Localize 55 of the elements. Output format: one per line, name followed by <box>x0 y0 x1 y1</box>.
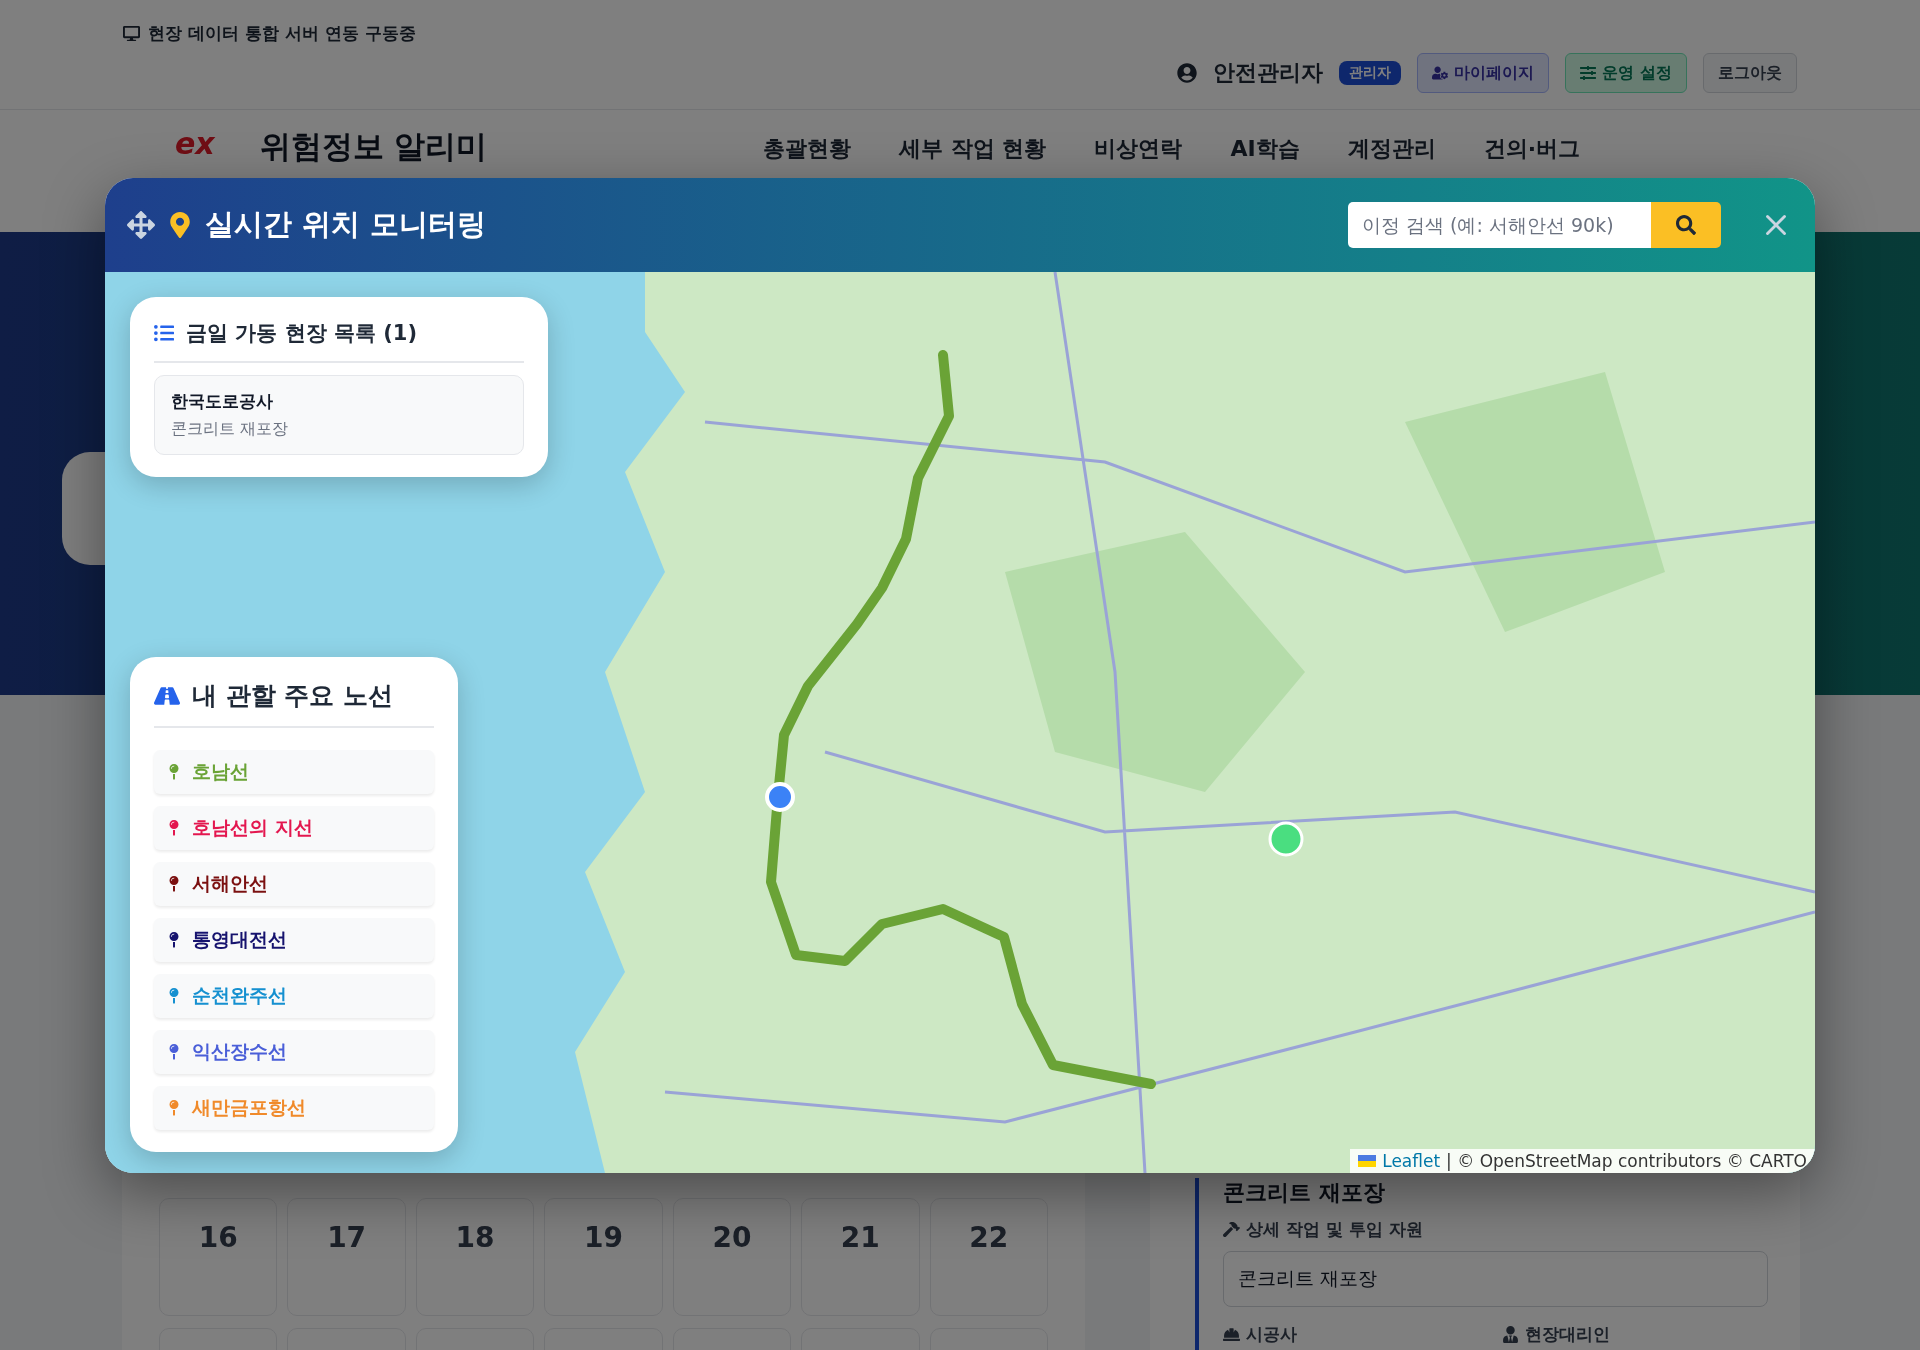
nav-link[interactable]: 비상연락 <box>1094 134 1183 164</box>
hammer-icon <box>1223 1221 1240 1238</box>
agent-label: 현장대리인 <box>1501 1323 1768 1346</box>
calendar-day[interactable]: 21 <box>801 1198 920 1316</box>
flag-icon <box>1358 1155 1377 1167</box>
user-icon <box>1177 63 1198 83</box>
role-badge: 관리자 <box>1339 61 1402 85</box>
route-item[interactable]: 호남선의 지선 <box>154 806 434 850</box>
logout-button[interactable]: 로그아웃 <box>1703 53 1797 93</box>
nav-link[interactable]: 세부 작업 현황 <box>899 134 1047 164</box>
mypage-button[interactable]: 마이페이지 <box>1417 53 1550 93</box>
search-icon <box>1676 215 1696 235</box>
settings-button[interactable]: 운영 설정 <box>1565 53 1687 93</box>
user-gear-icon <box>1432 65 1449 81</box>
nav-link[interactable]: 계정관리 <box>1347 134 1436 164</box>
calendar-day[interactable]: 20 <box>672 1198 792 1316</box>
calendar-day[interactable]: 17 <box>287 1198 406 1316</box>
user-name: 안전관리자 <box>1213 59 1324 87</box>
site-work: 콘크리트 재포장 <box>171 419 290 440</box>
site-list-title: 금일 가동 현장 목록 (1) <box>186 320 418 347</box>
attribution-text: | © OpenStreetMap contributors © CARTO <box>1446 1151 1807 1171</box>
work-label: 상세 작업 및 투입 자원 <box>1223 1218 1768 1241</box>
work-field[interactable]: 콘크리트 재포장 <box>1223 1251 1768 1307</box>
contractor-label: 시공사 <box>1223 1323 1490 1346</box>
site-item[interactable]: 한국도로공사 콘크리트 재포장 <box>154 375 524 455</box>
calendar-day[interactable]: 18 <box>415 1198 535 1316</box>
nav-link[interactable]: 건의·버그 <box>1483 134 1580 164</box>
detail-heading: 콘크리트 재포장 <box>1223 1179 1386 1207</box>
hard-hat-icon <box>1223 1326 1240 1343</box>
route-item[interactable]: 통영대전선 <box>154 918 434 962</box>
leaflet-link[interactable]: Leaflet <box>1382 1151 1441 1171</box>
search-button[interactable] <box>1651 202 1721 248</box>
calendar-day[interactable]: 22 <box>929 1198 1048 1316</box>
person-icon <box>1501 1326 1519 1343</box>
sliders-icon <box>1580 65 1597 81</box>
route-item[interactable]: 익산장수선 <box>154 1030 434 1074</box>
nav-link[interactable]: AI학습 <box>1230 134 1300 164</box>
calendar-day[interactable]: 16 <box>159 1198 278 1316</box>
route-item[interactable]: 새만금포항선 <box>154 1086 434 1130</box>
map-marker-icon <box>167 212 193 238</box>
route-item[interactable]: 호남선 <box>154 750 434 794</box>
monitor-icon <box>123 25 140 42</box>
site-name: 한국도로공사 <box>171 390 274 413</box>
route-item[interactable]: 서해안선 <box>154 862 434 906</box>
move-icon[interactable] <box>127 211 155 239</box>
logo[interactable]: ex <box>175 126 215 161</box>
list-icon <box>154 323 174 343</box>
modal-title: 실시간 위치 모니터링 <box>205 206 488 243</box>
nav-link[interactable]: 총괄현황 <box>763 134 852 164</box>
calendar-day[interactable]: 19 <box>544 1198 663 1316</box>
route-panel-title: 내 관할 주요 노선 <box>192 680 394 712</box>
route-item[interactable]: 순천완주선 <box>154 974 434 1018</box>
server-status-text: 현장 데이터 통합 서버 연동 구동중 <box>123 22 1797 45</box>
search-field[interactable]: 이정 검색 (예: 서해안선 90k) <box>1348 202 1651 248</box>
site-title: 위험정보 알리미 <box>259 127 489 166</box>
